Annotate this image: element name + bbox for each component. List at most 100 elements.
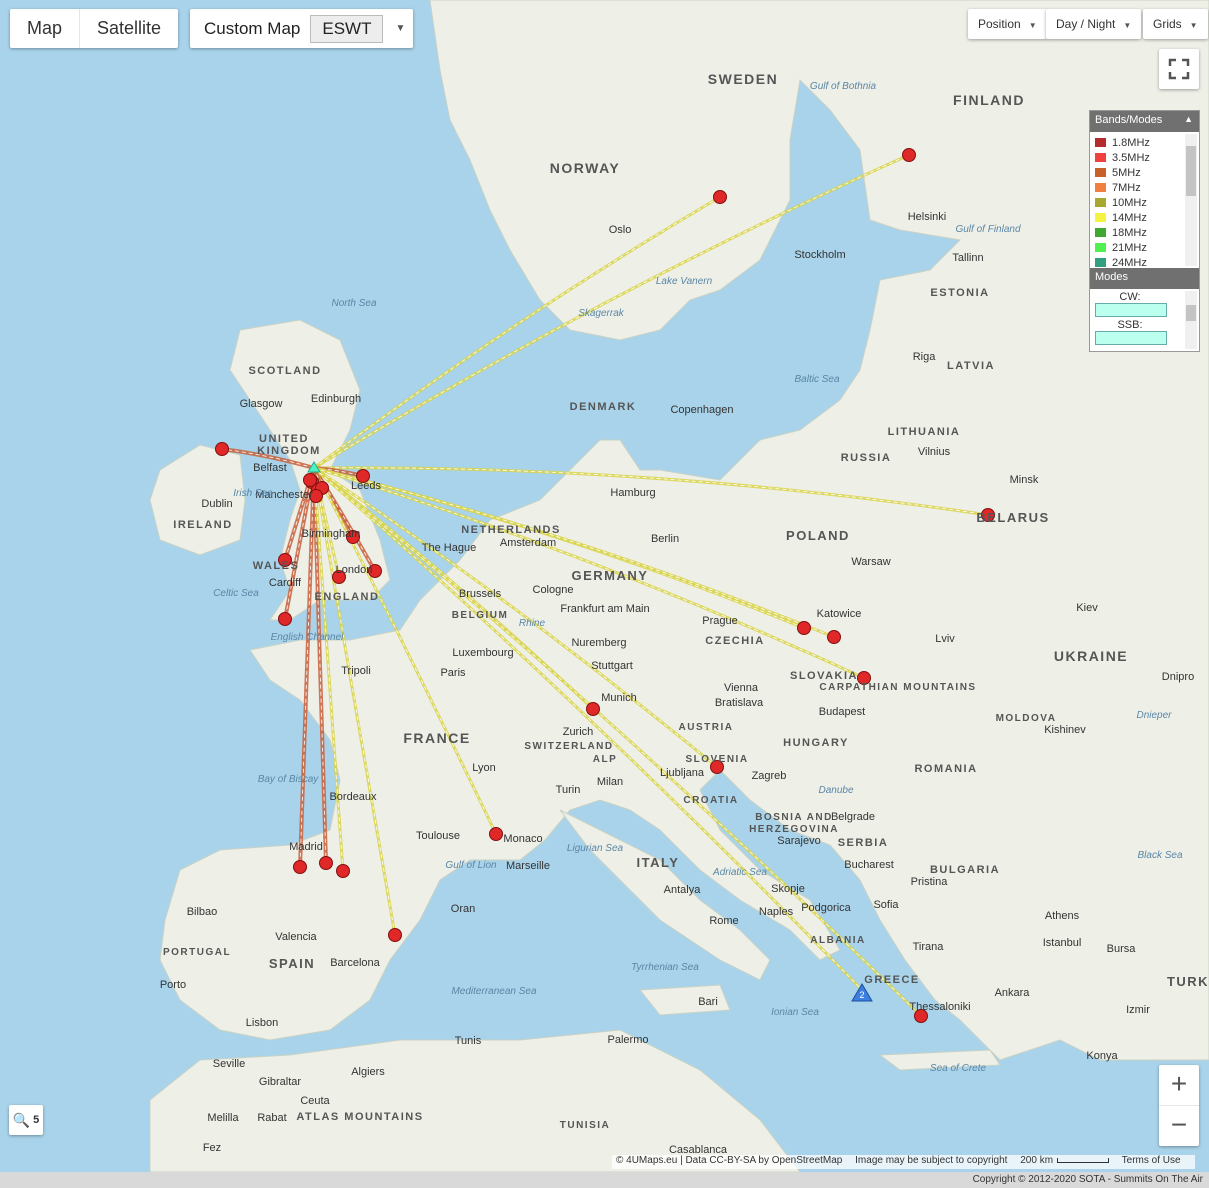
band-color-swatch bbox=[1095, 243, 1106, 252]
map-label: BELGIUM bbox=[452, 610, 509, 621]
map-label: UKRAINE bbox=[1054, 648, 1128, 664]
map-label: ROMANIA bbox=[914, 763, 977, 775]
band-row[interactable]: 1.8MHz bbox=[1090, 135, 1199, 150]
map-label: Tunis bbox=[455, 1035, 482, 1047]
band-label: 1.8MHz bbox=[1112, 136, 1150, 149]
position-dropdown[interactable]: Position ▼ bbox=[968, 9, 1047, 39]
contact-marker[interactable] bbox=[827, 630, 841, 644]
contact-marker[interactable] bbox=[902, 148, 916, 162]
map-label: AUSTRIA bbox=[679, 722, 734, 733]
map-label: Gibraltar bbox=[259, 1076, 302, 1088]
band-color-swatch bbox=[1095, 138, 1106, 147]
copyright-note[interactable]: Image may be subject to copyright bbox=[855, 1155, 1007, 1166]
contact-marker[interactable] bbox=[278, 612, 292, 626]
map-label: Melilla bbox=[207, 1112, 239, 1124]
map-label: Fez bbox=[203, 1142, 221, 1154]
map-label: HERZEGOVINA bbox=[749, 824, 839, 835]
band-row[interactable]: 24MHz bbox=[1090, 255, 1199, 268]
contact-marker[interactable] bbox=[388, 928, 402, 942]
map-label: Madrid bbox=[289, 841, 323, 853]
map-label: London bbox=[336, 564, 373, 576]
fullscreen-button[interactable] bbox=[1159, 49, 1199, 89]
grids-dropdown[interactable]: Grids ▼ bbox=[1143, 9, 1208, 39]
caret-down-icon: ▼ bbox=[1028, 21, 1037, 30]
caret-down-icon: ▼ bbox=[1123, 21, 1132, 30]
map-label: Budapest bbox=[819, 706, 865, 718]
map-button[interactable]: Map bbox=[10, 9, 79, 48]
band-row[interactable]: 7MHz bbox=[1090, 180, 1199, 195]
day-night-dropdown[interactable]: Day / Night ▼ bbox=[1046, 9, 1142, 39]
map-label: Bordeaux bbox=[329, 791, 377, 803]
map-label: Bay of Biscay bbox=[258, 774, 320, 785]
contact-marker[interactable] bbox=[797, 621, 811, 635]
map-canvas[interactable]: SWEDEN FINLAND NORWAY ESTONIA LATVIA DENMARK L… bbox=[0, 0, 1209, 1172]
map-label: LATVIA bbox=[947, 360, 995, 372]
bands-scrollbar[interactable] bbox=[1185, 134, 1197, 266]
custom-map-label: Custom Map bbox=[204, 18, 301, 38]
contact-marker[interactable] bbox=[586, 702, 600, 716]
map-label: Tallinn bbox=[952, 252, 983, 264]
map-label: Paris bbox=[440, 667, 466, 679]
caret-down-icon[interactable]: ▼ bbox=[395, 23, 405, 34]
day-night-label: Day / Night bbox=[1056, 17, 1116, 31]
map-attribution: © 4UMaps.eu | Data CC-BY-SA by OpenStree… bbox=[616, 1155, 843, 1166]
contact-marker[interactable] bbox=[489, 827, 503, 841]
map-type-control: Map Satellite bbox=[10, 9, 179, 48]
band-color-swatch bbox=[1095, 213, 1106, 222]
map-label: CZECHIA bbox=[705, 635, 764, 647]
map-label: Valencia bbox=[275, 931, 317, 943]
band-label: 3.5MHz bbox=[1112, 151, 1150, 164]
modes-scrollbar[interactable] bbox=[1185, 291, 1197, 349]
map-label: Leeds bbox=[351, 480, 381, 492]
map-label: Stockholm bbox=[794, 249, 845, 261]
map-label: Hamburg bbox=[610, 487, 655, 499]
band-row[interactable]: 21MHz bbox=[1090, 240, 1199, 255]
contact-marker[interactable] bbox=[215, 442, 229, 456]
map-label: Birmingham bbox=[302, 528, 361, 540]
terms-link[interactable]: Terms of Use bbox=[1122, 1155, 1181, 1166]
band-label: 14MHz bbox=[1112, 211, 1147, 224]
zoom-in-button[interactable]: + bbox=[1159, 1065, 1199, 1105]
band-row[interactable]: 10MHz bbox=[1090, 195, 1199, 210]
contact-marker[interactable] bbox=[713, 190, 727, 204]
map-label: Zurich bbox=[563, 726, 594, 738]
map-label: WALES bbox=[253, 560, 300, 572]
map-label: POLAND bbox=[786, 528, 850, 543]
modes-header: Modes bbox=[1090, 268, 1199, 289]
map-label: Mediterranean Sea bbox=[451, 986, 536, 997]
map-label: Brussels bbox=[459, 588, 502, 600]
map-label: Belfast bbox=[253, 462, 287, 474]
map-label: Vilnius bbox=[918, 446, 951, 458]
map-label: FRANCE bbox=[403, 730, 470, 746]
zoom-level-indicator[interactable]: 🔍 5 bbox=[9, 1105, 43, 1135]
map-label: Amsterdam bbox=[500, 537, 556, 549]
band-row[interactable]: 3.5MHz bbox=[1090, 150, 1199, 165]
map-label: TUNISIA bbox=[560, 1120, 611, 1131]
map-label: Danube bbox=[818, 785, 853, 796]
contact-marker[interactable] bbox=[336, 864, 350, 878]
map-label: Cardiff bbox=[269, 577, 302, 589]
satellite-button[interactable]: Satellite bbox=[79, 9, 178, 48]
map-label: Milan bbox=[597, 776, 623, 788]
contact-marker[interactable] bbox=[303, 473, 317, 487]
map-label: Oslo bbox=[609, 224, 632, 236]
legend-header[interactable]: Bands/Modes ▲ bbox=[1090, 111, 1199, 132]
map-label: Dublin bbox=[201, 498, 232, 510]
collapse-icon[interactable]: ▲ bbox=[1184, 114, 1193, 124]
contact-marker[interactable] bbox=[293, 860, 307, 874]
map-label: Vienna bbox=[724, 682, 759, 694]
band-row[interactable]: 18MHz bbox=[1090, 225, 1199, 240]
map-label: Skagerrak bbox=[578, 308, 625, 319]
map-label: Prague bbox=[702, 615, 737, 627]
custom-map-select[interactable]: ESWT bbox=[310, 14, 384, 43]
band-row[interactable]: 14MHz bbox=[1090, 210, 1199, 225]
zoom-out-button[interactable]: − bbox=[1159, 1105, 1199, 1146]
band-label: 5MHz bbox=[1112, 166, 1141, 179]
map-label: Glasgow bbox=[240, 398, 283, 410]
contact-marker[interactable] bbox=[319, 856, 333, 870]
band-row[interactable]: 5MHz bbox=[1090, 165, 1199, 180]
map-label: Nuremberg bbox=[571, 637, 626, 649]
map-label: Ligurian Sea bbox=[567, 843, 624, 854]
map-label: Antalya bbox=[664, 884, 702, 896]
map-label: Bucharest bbox=[844, 859, 894, 871]
